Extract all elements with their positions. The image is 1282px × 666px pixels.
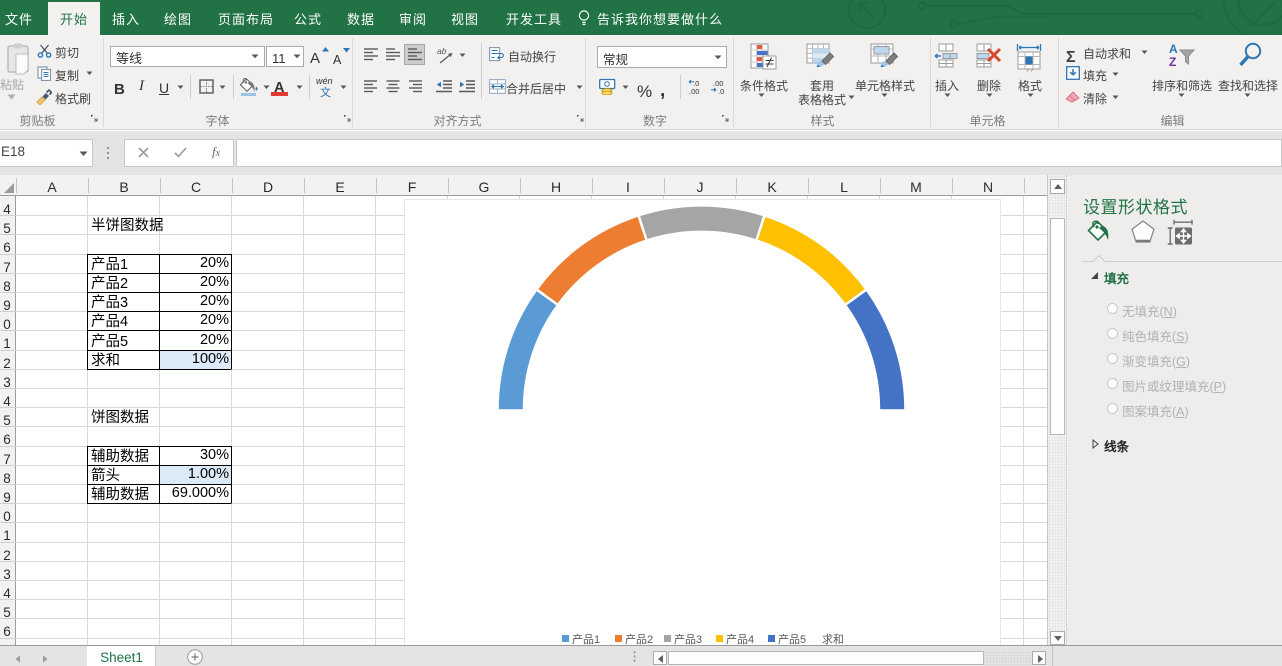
svg-text:.0: .0 xyxy=(718,86,724,95)
svg-text:ab: ab xyxy=(437,46,447,57)
svg-text:.00: .00 xyxy=(689,86,699,95)
svg-text:Z: Z xyxy=(1169,53,1176,70)
